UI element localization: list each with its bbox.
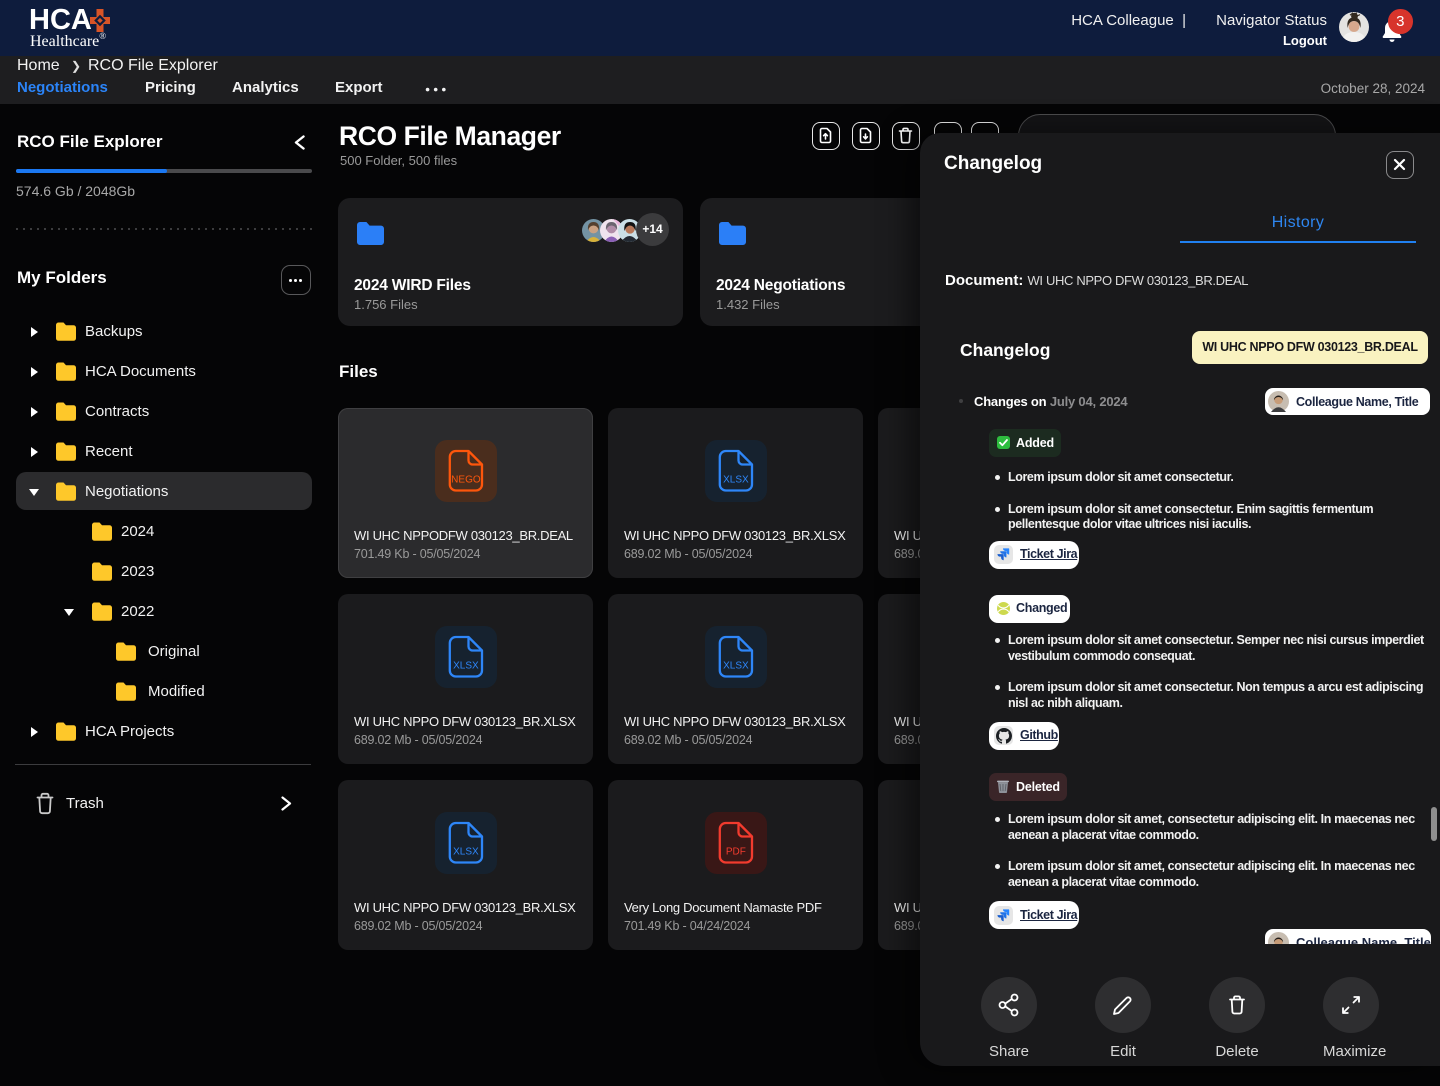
svg-text:XLSX: XLSX: [453, 661, 479, 672]
svg-text:XLSX: XLSX: [723, 661, 749, 672]
svg-text:NEGO: NEGO: [451, 475, 481, 486]
svg-text:XLSX: XLSX: [723, 475, 749, 486]
svg-text:XLSX: XLSX: [453, 847, 479, 858]
svg-text:PDF: PDF: [726, 847, 746, 858]
